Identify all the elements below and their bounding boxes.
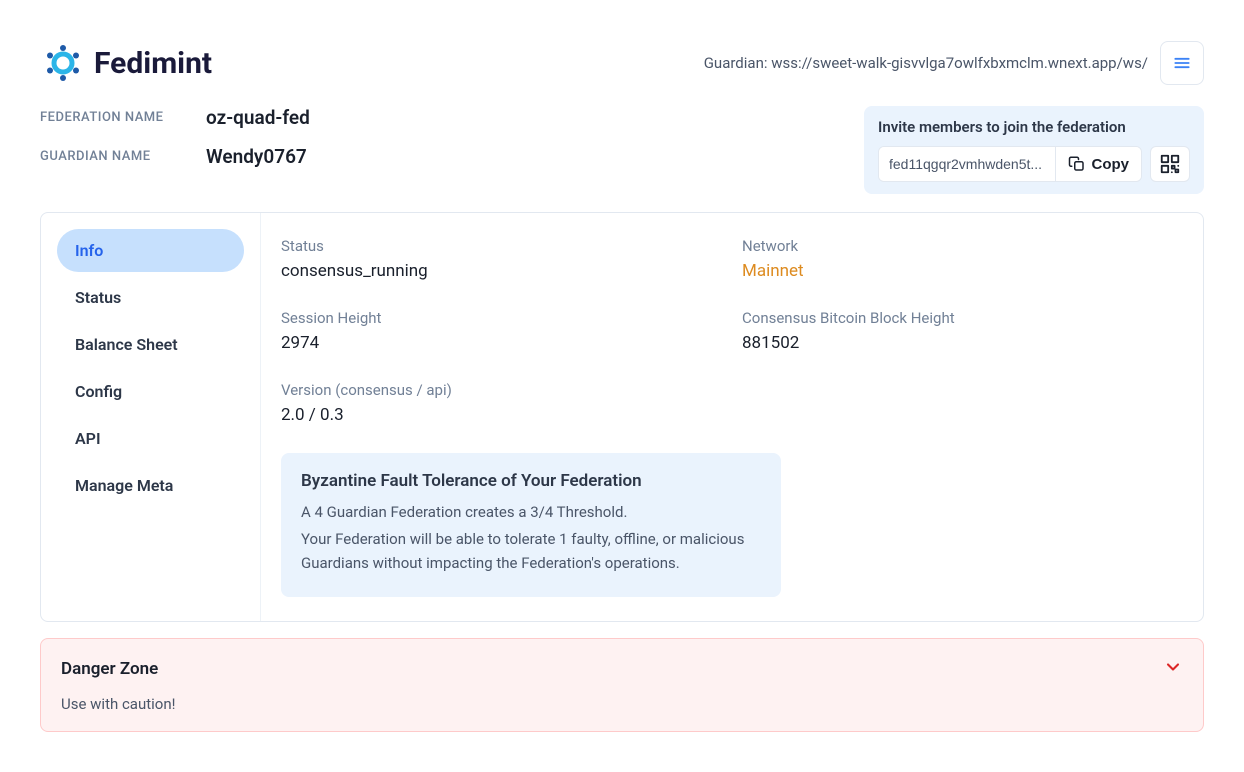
danger-zone-panel[interactable]: Danger Zone Use with caution!: [40, 638, 1204, 732]
sidebar-item-info[interactable]: Info: [57, 229, 244, 272]
menu-button[interactable]: [1160, 41, 1204, 85]
sidebar-item-config[interactable]: Config: [57, 370, 244, 413]
federation-name-value: oz-quad-fed: [206, 106, 310, 129]
sidebar-item-balance-sheet[interactable]: Balance Sheet: [57, 323, 244, 366]
copy-button-label: Copy: [1092, 156, 1130, 173]
sidebar-item-status[interactable]: Status: [57, 276, 244, 319]
qr-button[interactable]: [1150, 146, 1190, 182]
session-height-value: 2974: [281, 333, 722, 353]
content-area: Status consensus_running Network Mainnet…: [261, 213, 1203, 621]
guardian-name-label: GUARDIAN NAME: [40, 149, 180, 164]
copy-icon: [1068, 155, 1086, 173]
bft-line-2: Your Federation will be able to tolerate…: [301, 528, 761, 575]
network-label: Network: [742, 237, 1183, 255]
sidebar-item-manage-meta[interactable]: Manage Meta: [57, 464, 244, 507]
status-value: consensus_running: [281, 261, 722, 281]
brand-name: Fedimint: [94, 46, 212, 81]
version-value: 2.0 / 0.3: [281, 405, 722, 425]
status-block: Status consensus_running: [281, 237, 722, 281]
guardian-name-value: Wendy0767: [206, 145, 307, 168]
sidebar: Info Status Balance Sheet Config API Man…: [41, 213, 261, 621]
federation-name-row: FEDERATION NAME oz-quad-fed: [40, 106, 310, 129]
brand-logo: Fedimint: [40, 40, 212, 86]
main-panel: Info Status Balance Sheet Config API Man…: [40, 212, 1204, 622]
fedimint-logo-icon: [40, 40, 86, 86]
invite-code-input[interactable]: [879, 147, 1055, 181]
session-height-block: Session Height 2974: [281, 309, 722, 353]
session-height-label: Session Height: [281, 309, 722, 327]
network-block: Network Mainnet: [742, 237, 1183, 281]
bft-panel: Byzantine Fault Tolerance of Your Federa…: [281, 453, 781, 597]
network-value: Mainnet: [742, 261, 1183, 281]
danger-zone-subtitle: Use with caution!: [61, 695, 1183, 713]
hamburger-icon: [1172, 53, 1192, 73]
invite-title: Invite members to join the federation: [878, 118, 1190, 136]
guardian-name-row: GUARDIAN NAME Wendy0767: [40, 145, 310, 168]
version-label: Version (consensus / api): [281, 381, 722, 399]
block-height-block: Consensus Bitcoin Block Height 881502: [742, 309, 1183, 353]
chevron-down-icon: [1163, 657, 1183, 681]
federation-name-label: FEDERATION NAME: [40, 110, 180, 125]
block-height-label: Consensus Bitcoin Block Height: [742, 309, 1183, 327]
version-block: Version (consensus / api) 2.0 / 0.3: [281, 381, 722, 425]
status-label: Status: [281, 237, 722, 255]
guardian-url: Guardian: wss://sweet-walk-gisvvlga7owlf…: [704, 54, 1148, 72]
bft-title: Byzantine Fault Tolerance of Your Federa…: [301, 471, 761, 491]
invite-panel: Invite members to join the federation Co…: [864, 106, 1204, 194]
sidebar-item-api[interactable]: API: [57, 417, 244, 460]
danger-zone-title: Danger Zone: [61, 659, 158, 679]
bft-line-1: A 4 Guardian Federation creates a 3/4 Th…: [301, 501, 761, 524]
copy-button[interactable]: Copy: [1055, 147, 1142, 181]
block-height-value: 881502: [742, 333, 1183, 353]
qr-icon: [1159, 153, 1181, 175]
